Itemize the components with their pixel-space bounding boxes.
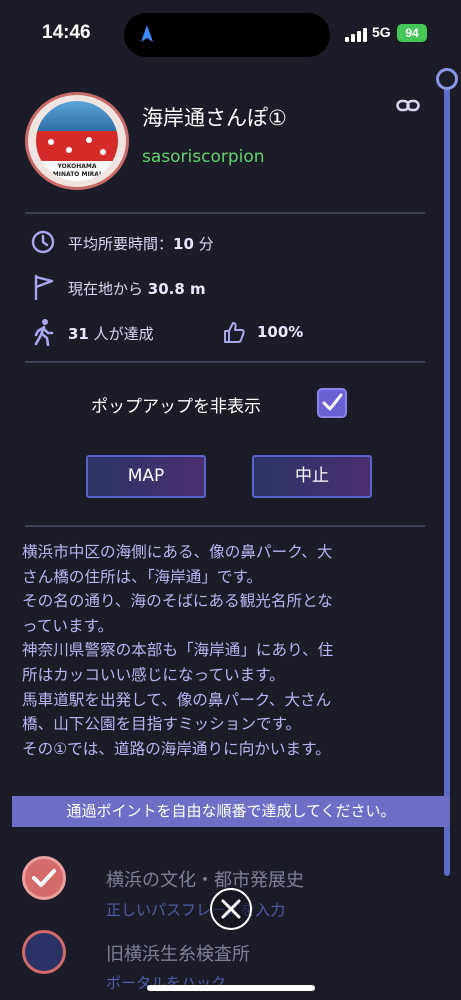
mission-title: 海岸通さんぽ① — [142, 106, 287, 130]
description-line: 神奈川県警察の本部も「海岸通」にあり、住 — [22, 641, 334, 660]
task-title[interactable]: 旧横浜生糸検査所 — [106, 940, 250, 966]
description-line: その名の通り、海のそばにある観光名所とな — [22, 592, 333, 611]
task-complete-icon — [22, 856, 66, 900]
divider — [25, 212, 425, 214]
distance-value: 30.8 m — [147, 280, 206, 298]
rating: 100% — [257, 323, 303, 341]
task-subtitle: 正しいパスフレーズを入力 — [106, 901, 286, 919]
avatar-image: YOKOHAMA MINATO MIRAI — [36, 101, 118, 181]
rating-value: 100% — [257, 323, 304, 341]
avg-time: 平均所要時間：10 分 — [68, 233, 214, 254]
scrollbar-thumb[interactable] — [436, 68, 458, 90]
achieved: 31 人が達成 — [68, 323, 154, 344]
close-icon — [221, 899, 241, 919]
task-pending-icon — [22, 930, 66, 974]
location-arrow-icon — [141, 25, 153, 42]
description-line: その①では、道路の海岸通りに向かいます。 — [22, 739, 331, 758]
order-banner: 通過ポイントを自由な順番で達成してください。 — [12, 796, 450, 827]
battery-icon: 94 — [397, 24, 427, 42]
mission-description: 横浜市中区の海側にある、像の鼻パーク、大 さん橋の住所は、「海岸通」です。 その… — [22, 540, 422, 761]
description-line: 馬車道駅を出発して、像の鼻パーク、大さん — [22, 690, 332, 709]
description-line: さん橋の住所は、「海岸通」です。 — [22, 567, 263, 586]
description-line: 所はカッコいい感じになっています。 — [22, 665, 285, 684]
link-icon[interactable] — [396, 98, 420, 114]
distance-label: 現在地から — [68, 280, 144, 298]
battery-level: 94 — [405, 26, 419, 40]
clock-icon — [31, 230, 55, 254]
task-title[interactable]: 横浜の文化・都市発展史 — [106, 866, 304, 892]
scrollbar-track[interactable] — [444, 72, 450, 876]
signal-icon — [345, 28, 367, 42]
hide-popup-checkbox[interactable] — [317, 388, 347, 418]
network-type: 5G — [372, 24, 391, 40]
description-line: 橋、山下公園を目指すミッションです。 — [22, 715, 302, 734]
avg-time-unit: 分 — [198, 235, 214, 253]
walker-icon — [34, 319, 54, 346]
status-bar: 14:46 5G 94 — [0, 0, 461, 60]
hide-popup-label: ポップアップを非表示 — [91, 397, 261, 417]
avatar-text-2: MINATO MIRAI — [52, 171, 102, 178]
home-indicator[interactable] — [147, 985, 315, 991]
description-line: っています。 — [22, 616, 114, 635]
checkmark-icon — [32, 869, 56, 887]
divider — [25, 525, 425, 527]
avatar-text-1: YOKOHAMA — [57, 163, 97, 170]
checkmark-icon — [322, 393, 343, 411]
description-line: 横浜市中区の海側にある、像の鼻パーク、大 — [22, 543, 333, 561]
status-time: 14:46 — [42, 22, 91, 43]
flag-icon — [34, 274, 54, 300]
distance: 現在地から 30.8 m — [68, 278, 206, 299]
close-button[interactable] — [210, 888, 252, 930]
mission-avatar: YOKOHAMA MINATO MIRAI — [25, 92, 129, 190]
map-button[interactable]: MAP — [86, 455, 206, 498]
dynamic-island — [124, 13, 330, 57]
avg-time-label: 平均所要時間： — [68, 235, 174, 253]
achieved-count: 31 — [68, 325, 89, 343]
avg-time-value: 10 — [173, 235, 194, 253]
achieved-label: 人が達成 — [93, 325, 154, 343]
thumbs-up-icon — [224, 322, 245, 343]
mission-author[interactable]: sasoriscorpion — [142, 147, 265, 167]
stop-button[interactable]: 中止 — [252, 455, 372, 498]
divider — [25, 361, 425, 363]
